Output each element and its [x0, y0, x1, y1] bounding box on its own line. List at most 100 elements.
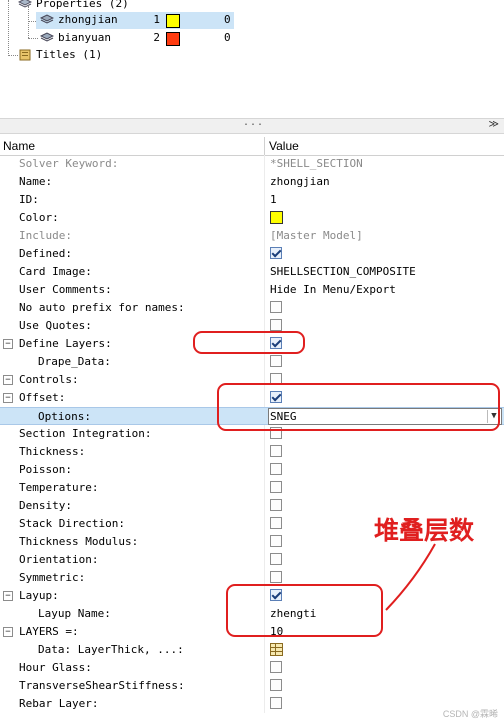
row-label: Density:: [19, 499, 72, 512]
grid-row-drape-data: Drape_Data:: [0, 353, 504, 371]
grid-row-no-auto-prefix: No auto prefix for names:: [0, 299, 504, 317]
user-comments-value[interactable]: Hide In Menu/Export: [270, 283, 396, 296]
name-value-field[interactable]: zhongjian: [270, 175, 330, 188]
drape-data-checkbox[interactable]: [270, 355, 282, 367]
thickness-modulus-checkbox[interactable]: [270, 535, 282, 547]
collapse-toggle-icon[interactable]: −: [3, 591, 13, 601]
property-icon: [39, 32, 55, 44]
tree-item-count: 0: [224, 31, 231, 44]
tree-node-properties[interactable]: Properties (2): [17, 0, 129, 12]
thickness-checkbox[interactable]: [270, 445, 282, 457]
row-label: Thickness Modulus:: [19, 535, 139, 548]
grid-row-thickness: Thickness:: [0, 443, 504, 461]
row-label: Include:: [19, 229, 72, 242]
tree-node-zhongjian[interactable]: zhongjian: [39, 12, 118, 28]
use-quotes-checkbox[interactable]: [270, 319, 282, 331]
table-edit-icon[interactable]: [270, 643, 283, 656]
card-image-value[interactable]: SHELLSECTION_COMPOSITE: [270, 265, 416, 278]
grid-row-temperature: Temperature:: [0, 479, 504, 497]
tree-connector: [8, 0, 9, 56]
grid-row-defined: Defined:: [0, 245, 504, 263]
row-label: Section Integration:: [19, 427, 152, 440]
tree-item-count: 0: [224, 13, 231, 26]
tree-connector: [8, 55, 18, 56]
column-divider[interactable]: [264, 137, 265, 155]
stack-direction-checkbox[interactable]: [270, 517, 282, 529]
row-label: Data: LayerThick, ...:: [38, 643, 184, 656]
color-swatch[interactable]: [166, 32, 180, 46]
row-label: Controls:: [19, 373, 79, 386]
color-picker-swatch[interactable]: [270, 211, 283, 224]
no-auto-prefix-checkbox[interactable]: [270, 301, 282, 313]
tree-label: Properties (2): [36, 0, 129, 10]
row-value: *SHELL_SECTION: [270, 157, 363, 170]
row-label: Drape_Data:: [38, 355, 111, 368]
collapse-toggle-icon[interactable]: −: [3, 627, 13, 637]
tree-node-titles[interactable]: Titles (1): [18, 47, 102, 63]
grid-row-solver-keyword: Solver Keyword: *SHELL_SECTION: [0, 155, 504, 173]
collapse-toggle-icon[interactable]: −: [3, 339, 13, 349]
row-label: ID:: [19, 193, 39, 206]
row-label: LAYERS =:: [19, 625, 79, 638]
collapse-chevron-icon[interactable]: ≫: [489, 119, 499, 130]
tree-node-bianyuan[interactable]: bianyuan: [39, 30, 111, 46]
row-label: Thickness:: [19, 445, 86, 458]
row-label: No auto prefix for names:: [19, 301, 185, 314]
temperature-checkbox[interactable]: [270, 481, 282, 493]
grid-row-include: Include: [Master Model]: [0, 227, 504, 245]
color-swatch[interactable]: [166, 14, 180, 28]
row-label: Define Layers:: [19, 337, 112, 350]
properties-folder-icon: [17, 0, 33, 10]
tree-connector: [28, 38, 38, 39]
rebar-layer-checkbox[interactable]: [270, 697, 282, 709]
collapse-toggle-icon[interactable]: −: [3, 393, 13, 403]
row-label: Symmetric:: [19, 571, 86, 584]
grid-row-name: Name: zhongjian: [0, 173, 504, 191]
property-grid-header: Name Value: [0, 137, 504, 156]
grid-row-layer-data: Data: LayerThick, ...:: [0, 641, 504, 659]
tree-item-index: 1: [153, 13, 160, 26]
row-label: Name:: [19, 175, 53, 188]
row-label: Solver Keyword:: [19, 157, 119, 170]
property-icon: [39, 14, 55, 26]
panel-splitter[interactable]: ... ≫: [0, 117, 504, 134]
hour-glass-checkbox[interactable]: [270, 661, 282, 673]
splitter-grip: ...: [243, 117, 265, 128]
annotation-arrow-line: [385, 543, 436, 611]
annotation-box-offset: [217, 383, 500, 431]
row-label: Layup Name:: [38, 607, 111, 620]
grid-row-transverse-shear: TransverseShearStiffness:: [0, 677, 504, 695]
row-label: Color:: [19, 211, 59, 224]
grid-row-user-comments: User Comments: Hide In Menu/Export: [0, 281, 504, 299]
grid-row-color: Color:: [0, 209, 504, 227]
annotation-ellipse-define-layers: [193, 331, 305, 354]
grid-row-card-image: Card Image: SHELLSECTION_COMPOSITE: [0, 263, 504, 281]
row-label: Orientation:: [19, 553, 99, 566]
tree-label: bianyuan: [58, 31, 111, 44]
model-tree: Properties (2) zhongjian 1 0 bianyuan 2 …: [0, 0, 504, 118]
row-label: Stack Direction:: [19, 517, 125, 530]
row-label: Hour Glass:: [19, 661, 92, 674]
value-column-header[interactable]: Value: [269, 139, 299, 153]
row-label: Temperature:: [19, 481, 99, 494]
row-label: User Comments:: [19, 283, 112, 296]
name-column-header[interactable]: Name: [3, 139, 35, 153]
tree-label: zhongjian: [58, 13, 118, 26]
density-checkbox[interactable]: [270, 499, 282, 511]
grid-row-rebar-layer: Rebar Layer:: [0, 695, 504, 713]
symmetric-checkbox[interactable]: [270, 571, 282, 583]
row-label: Options:: [38, 410, 91, 423]
annotation-box-layup: [226, 584, 383, 637]
grid-row-hour-glass: Hour Glass:: [0, 659, 504, 677]
poisson-checkbox[interactable]: [270, 463, 282, 475]
transverse-shear-checkbox[interactable]: [270, 679, 282, 691]
row-label: Use Quotes:: [19, 319, 92, 332]
row-label: Defined:: [19, 247, 72, 260]
row-label: Layup:: [19, 589, 59, 602]
row-label: Poisson:: [19, 463, 72, 476]
include-value: [Master Model]: [270, 229, 363, 242]
defined-checkbox[interactable]: [270, 247, 282, 259]
orientation-checkbox[interactable]: [270, 553, 282, 565]
id-value-field[interactable]: 1: [270, 193, 277, 206]
collapse-toggle-icon[interactable]: −: [3, 375, 13, 385]
